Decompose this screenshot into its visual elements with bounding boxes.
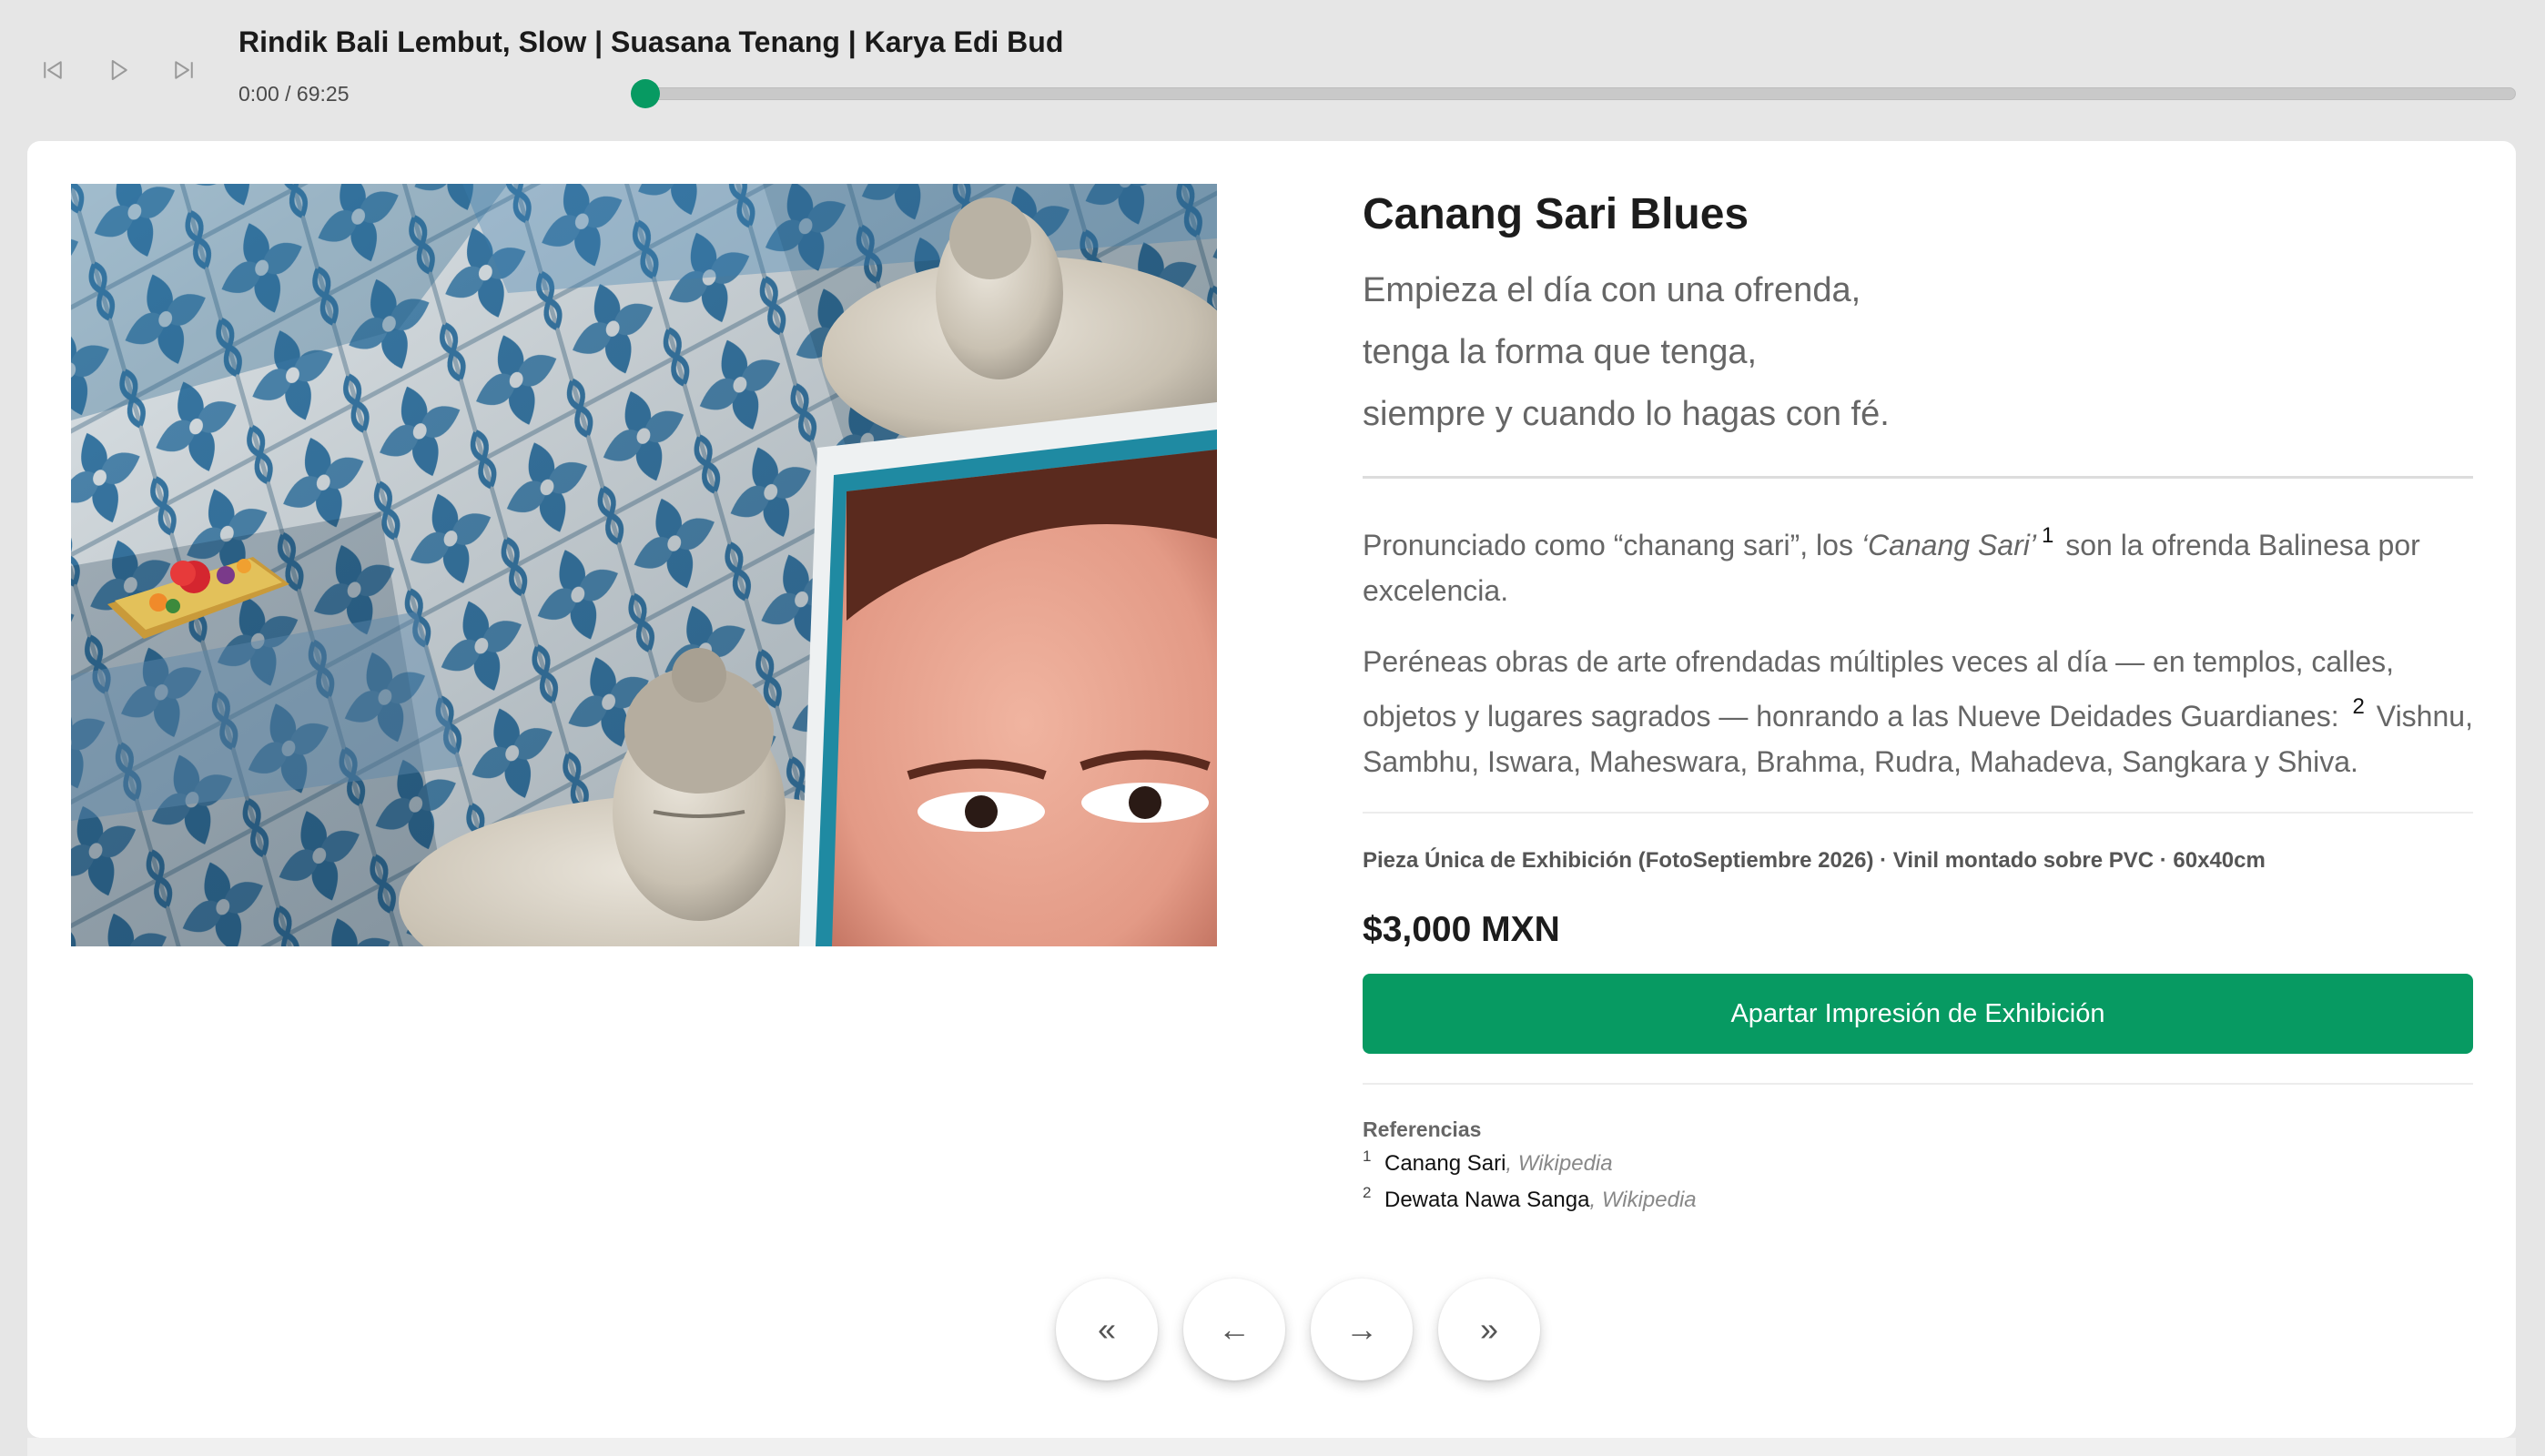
reference-sep: , <box>1589 1188 1602 1212</box>
artwork-title: Canang Sari Blues <box>1363 190 1749 238</box>
first-page-button[interactable]: « <box>1056 1279 1158 1380</box>
artwork-photo <box>71 184 1217 946</box>
skip-forward-button[interactable] <box>166 52 202 88</box>
previous-button[interactable]: ← <box>1183 1279 1285 1380</box>
play-icon <box>111 60 127 80</box>
play-button[interactable] <box>100 52 137 88</box>
pagination: « ← → » <box>1029 1279 1540 1388</box>
footnote-ref[interactable]: 2 <box>2353 694 2365 719</box>
reference-number: 1 <box>1363 1148 1372 1165</box>
artwork-card: Canang Sari Blues Empieza el día con una… <box>27 141 2516 1438</box>
poem-line: siempre y cuando lo hagas con fé. <box>1363 395 1890 433</box>
progress-handle[interactable] <box>631 79 660 108</box>
description-text: Peréneas obras de arte ofrendadas múltip… <box>1363 645 2395 733</box>
description-text: Pronunciado como “chanang sari”, los <box>1363 529 1861 561</box>
progress-slider[interactable] <box>631 79 2516 108</box>
divider <box>1363 812 2473 814</box>
track-time: 0:00 / 69:25 <box>238 82 350 106</box>
description-paragraph: Pronunciado como “chanang sari”, los ‘Ca… <box>1363 513 2473 613</box>
divider <box>1363 1083 2473 1085</box>
divider <box>1363 476 2473 479</box>
reference-number: 2 <box>1363 1184 1372 1201</box>
reference-link[interactable]: Dewata Nawa Sanga <box>1384 1188 1589 1212</box>
artwork-price: $3,000 MXN <box>1363 910 1560 949</box>
card-footer-edge <box>27 1438 2516 1456</box>
audio-player: Rindik Bali Lembut, Slow | Suasana Tenan… <box>0 0 2545 136</box>
last-page-button[interactable]: » <box>1438 1279 1540 1380</box>
track-title: Rindik Bali Lembut, Slow | Suasana Tenan… <box>238 25 1064 58</box>
references-heading: Referencias <box>1363 1117 1482 1141</box>
skip-forward-icon <box>175 61 193 79</box>
artwork-info: Canang Sari Blues Empieza el día con una… <box>1363 184 2473 1215</box>
artwork-specs: Pieza Única de Exhibición (FotoSeptiembr… <box>1363 848 2266 873</box>
reference-item: 1 Canang Sari, Wikipedia <box>1363 1148 2473 1178</box>
next-button[interactable]: → <box>1311 1279 1413 1380</box>
description-paragraph: Peréneas obras de arte ofrendadas múltip… <box>1363 639 2473 784</box>
reference-sep: , <box>1506 1151 1518 1176</box>
skip-back-icon <box>44 61 62 79</box>
poem-line: Empieza el día con una ofrenda, <box>1363 271 1861 309</box>
artwork-poem: Empieza el día con una ofrenda, tenga la… <box>1363 259 2473 445</box>
skip-back-button[interactable] <box>35 52 71 88</box>
footnote-ref[interactable]: 1 <box>2042 523 2053 548</box>
poem-line: tenga la forma que tenga, <box>1363 333 1758 371</box>
description-term: ‘Canang Sari’ <box>1861 529 2036 561</box>
reserve-print-button[interactable]: Apartar Impresión de Exhibición <box>1363 974 2473 1054</box>
reference-item: 2 Dewata Nawa Sanga, Wikipedia <box>1363 1184 2473 1215</box>
reference-link[interactable]: Canang Sari <box>1384 1151 1506 1176</box>
reference-source: Wikipedia <box>1517 1151 1613 1176</box>
reference-source: Wikipedia <box>1601 1188 1697 1212</box>
